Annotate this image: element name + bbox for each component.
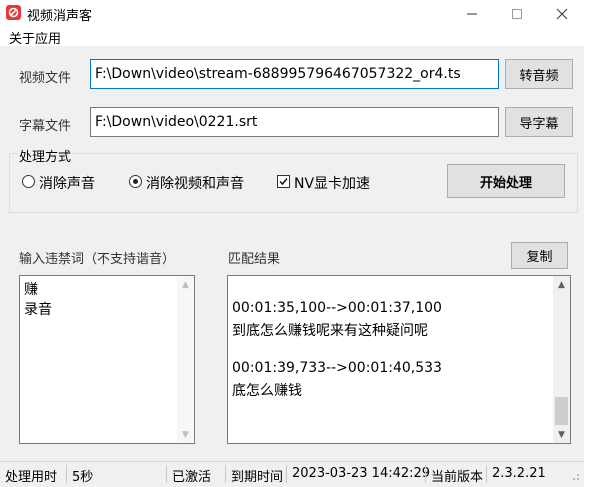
window-title: 视频消声客	[27, 9, 93, 24]
status-separator	[425, 465, 426, 483]
results-label: 匹配结果	[228, 252, 281, 267]
status-separator	[286, 465, 287, 483]
maximize-button[interactable]	[494, 0, 539, 27]
copy-button[interactable]: 复制	[511, 242, 568, 269]
menu-about[interactable]: 关于应用	[9, 28, 61, 47]
radio-mute-video-audio[interactable]	[129, 175, 142, 188]
app-window: 视频消声客 关于应用 视频文件 F:\Down\video\stream-688…	[0, 0, 585, 487]
expiry-label: 到期时间	[231, 470, 284, 485]
title-bar: 视频消声客	[0, 0, 584, 27]
checkmark-icon	[279, 178, 288, 186]
elapsed-value: 5秒	[72, 470, 94, 485]
status-separator	[225, 465, 226, 483]
convert-audio-button[interactable]: 转音频	[505, 59, 573, 89]
radio-mute-audio[interactable]	[22, 175, 35, 188]
activation-status: 已激活	[172, 470, 212, 485]
menu-bar: 关于应用	[0, 27, 584, 47]
status-separator	[486, 465, 487, 483]
elapsed-label: 处理用时	[5, 470, 58, 485]
video-file-input[interactable]: F:\Down\video\stream-688995796467057322_…	[90, 59, 499, 89]
result-line: 00:01:39,733-->00:01:40,533	[232, 360, 442, 376]
status-separator	[66, 465, 67, 483]
close-icon	[556, 8, 567, 19]
result-line: 到底怎么赚钱呢来有这种疑问呢	[232, 323, 428, 339]
minimize-icon	[466, 13, 477, 14]
radio-mute-video-audio-label[interactable]: 消除视频和声音	[146, 173, 244, 193]
keywords-label: 输入违禁词（不支持谐音）	[19, 252, 176, 267]
subtitle-file-input[interactable]: F:\Down\video\0221.srt	[90, 107, 499, 137]
resize-grip-icon[interactable]	[570, 470, 580, 480]
result-line: 00:01:35,100-->00:01:37,100	[232, 300, 442, 316]
results-scrollbar[interactable]: ▲ ▼	[553, 276, 570, 443]
scroll-down-icon[interactable]: ▼	[177, 426, 194, 443]
keyword-line: 赚	[24, 282, 38, 298]
scroll-up-icon[interactable]: ▲	[553, 276, 570, 293]
version-value: 2.3.2.21	[492, 466, 546, 481]
import-subtitle-button[interactable]: 导字幕	[505, 107, 573, 137]
scroll-thumb[interactable]	[555, 397, 568, 425]
status-separator	[166, 465, 167, 483]
expiry-value: 2023-03-23 14:42:29	[292, 466, 431, 481]
scroll-up-icon[interactable]: ▲	[177, 276, 194, 293]
start-processing-button[interactable]: 开始处理	[447, 164, 565, 198]
nv-accel-label[interactable]: NV显卡加速	[294, 173, 370, 193]
keyword-line: 录音	[24, 302, 52, 318]
status-bar: 处理用时 5秒 已激活 到期时间 2023-03-23 14:42:29 当前版…	[0, 461, 584, 487]
keywords-textarea[interactable]: 赚 录音 ▲ ▼	[19, 275, 195, 444]
maximize-icon	[511, 8, 522, 19]
subtitle-file-label: 字幕文件	[19, 119, 72, 134]
scroll-down-icon[interactable]: ▼	[553, 426, 570, 443]
close-window-button[interactable]	[539, 0, 584, 27]
results-textarea[interactable]: 00:01:35,100-->00:01:37,100 到底怎么赚钱呢来有这种疑…	[227, 275, 571, 444]
radio-mute-audio-label[interactable]: 消除声音	[39, 173, 95, 193]
minimize-button[interactable]	[449, 0, 494, 27]
version-label: 当前版本	[431, 470, 484, 485]
result-line: 底怎么赚钱	[232, 383, 302, 399]
radio-selected-dot	[133, 179, 138, 184]
keywords-scrollbar[interactable]: ▲ ▼	[177, 276, 194, 443]
app-logo-icon	[6, 5, 21, 20]
video-file-label: 视频文件	[19, 71, 72, 86]
processing-group-title: 处理方式	[17, 146, 74, 165]
window-edge	[584, 0, 589, 486]
nv-accel-checkbox[interactable]	[277, 175, 290, 188]
